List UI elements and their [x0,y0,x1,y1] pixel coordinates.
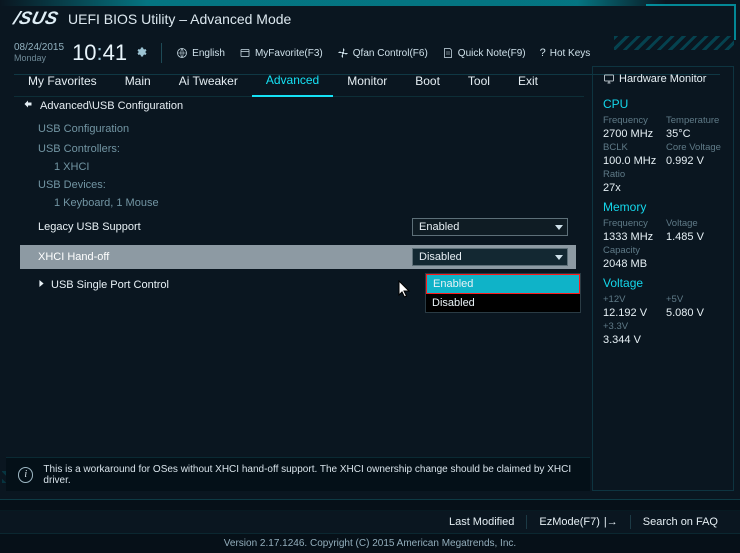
dropdown-option-disabled[interactable]: Disabled [426,294,580,312]
chevron-right-icon [38,279,45,291]
hw-label: Voltage [666,218,723,229]
hw-label: +12V [603,294,660,305]
monitor-icon [603,73,615,85]
exit-icon: |→ [604,516,618,528]
clock-minutes: 41 [103,40,127,65]
hw-value: 3.344 V [603,334,660,346]
hw-value: 5.080 V [666,307,723,319]
xhci-handoff-dropdown: Enabled Disabled [425,273,581,313]
quicknote-button[interactable]: Quick Note(F9) [442,47,526,59]
hardware-monitor-title: Hardware Monitor [603,73,723,91]
breadcrumb: Advanced\USB Configuration [40,100,183,112]
clock-hours: 10 [72,40,96,65]
hw-value: 1.485 V [666,231,723,243]
hw-label: Frequency [603,115,660,126]
hw-label: Ratio [603,169,660,180]
hw-value: 35°C [666,128,723,140]
search-faq-button[interactable]: Search on FAQ [630,515,730,529]
app-title: UEFI BIOS Utility – Advanced Mode [68,11,291,27]
chevron-down-icon [555,225,563,230]
hw-value: 1333 MHz [603,231,660,243]
dropdown-option-enabled[interactable]: Enabled [426,274,580,294]
hw-label: BCLK [603,142,660,153]
hw-value: 27x [603,182,660,194]
hotkeys-button[interactable]: ? Hot Keys [540,47,591,59]
hw-value: 2048 MB [603,258,660,270]
language-label: English [192,48,225,59]
legacy-usb-value: Enabled [419,221,459,233]
legacy-usb-label: Legacy USB Support [38,221,412,233]
xhci-handoff-label: XHCI Hand-off [38,251,412,263]
hw-label: Temperature [666,115,723,126]
datetime-block: 08/24/2015 Monday 10:41 [14,40,147,66]
hw-label: Capacity [603,245,660,256]
hw-voltage-title: Voltage [603,276,723,290]
chevron-down-icon [555,255,563,260]
xhci-handoff-combo[interactable]: Disabled [412,248,568,266]
hotkeys-label: Hot Keys [550,48,591,59]
system-day: Monday [14,53,64,64]
myfavorite-button[interactable]: MyFavorite(F3) [239,47,323,59]
hw-memory-title: Memory [603,200,723,214]
system-date: 08/24/2015 [14,42,64,53]
asus-logo: /SUS [11,8,60,29]
back-arrow-icon[interactable] [20,98,34,113]
usb-devices-label: USB Devices: [38,179,576,191]
xhci-handoff-value: Disabled [419,251,462,263]
accent-bar-top [0,0,740,6]
hw-label: +5V [666,294,723,305]
section-title: USB Configuration [38,123,576,135]
version-text: Version 2.17.1246. Copyright (C) 2015 Am… [0,533,740,553]
hw-value: 2700 MHz [603,128,660,140]
usb-controllers-value: 1 XHCI [54,161,576,173]
language-button[interactable]: English [176,47,225,59]
hw-label: Frequency [603,218,660,229]
qfan-button[interactable]: Qfan Control(F6) [337,47,428,59]
info-icon: i [18,467,33,483]
hw-label: +3.3V [603,321,660,332]
usb-devices-value: 1 Keyboard, 1 Mouse [54,197,576,209]
system-clock: 10:41 [72,40,127,66]
usb-single-port-label: USB Single Port Control [51,279,169,291]
myfavorite-label: MyFavorite(F3) [255,48,323,59]
accent-bottom [0,499,740,511]
hw-label: Core Voltage [666,142,723,153]
qfan-label: Qfan Control(F6) [353,48,428,59]
help-text: This is a workaround for OSes without XH… [43,464,578,486]
hw-value: 100.0 MHz [603,155,660,167]
hw-value: 12.192 V [603,307,660,319]
hw-cpu-title: CPU [603,97,723,111]
last-modified-button[interactable]: Last Modified [437,515,526,529]
hw-value: 0.992 V [666,155,723,167]
quicknote-label: Quick Note(F9) [458,48,526,59]
usb-controllers-label: USB Controllers: [38,143,576,155]
setting-xhci-handoff[interactable]: XHCI Hand-off Disabled [20,245,576,269]
gear-icon[interactable] [135,46,147,61]
ezmode-button[interactable]: EzMode(F7) |→ [526,515,629,529]
setting-legacy-usb[interactable]: Legacy USB Support Enabled [20,215,576,239]
question-icon: ? [540,47,546,59]
legacy-usb-combo[interactable]: Enabled [412,218,568,236]
